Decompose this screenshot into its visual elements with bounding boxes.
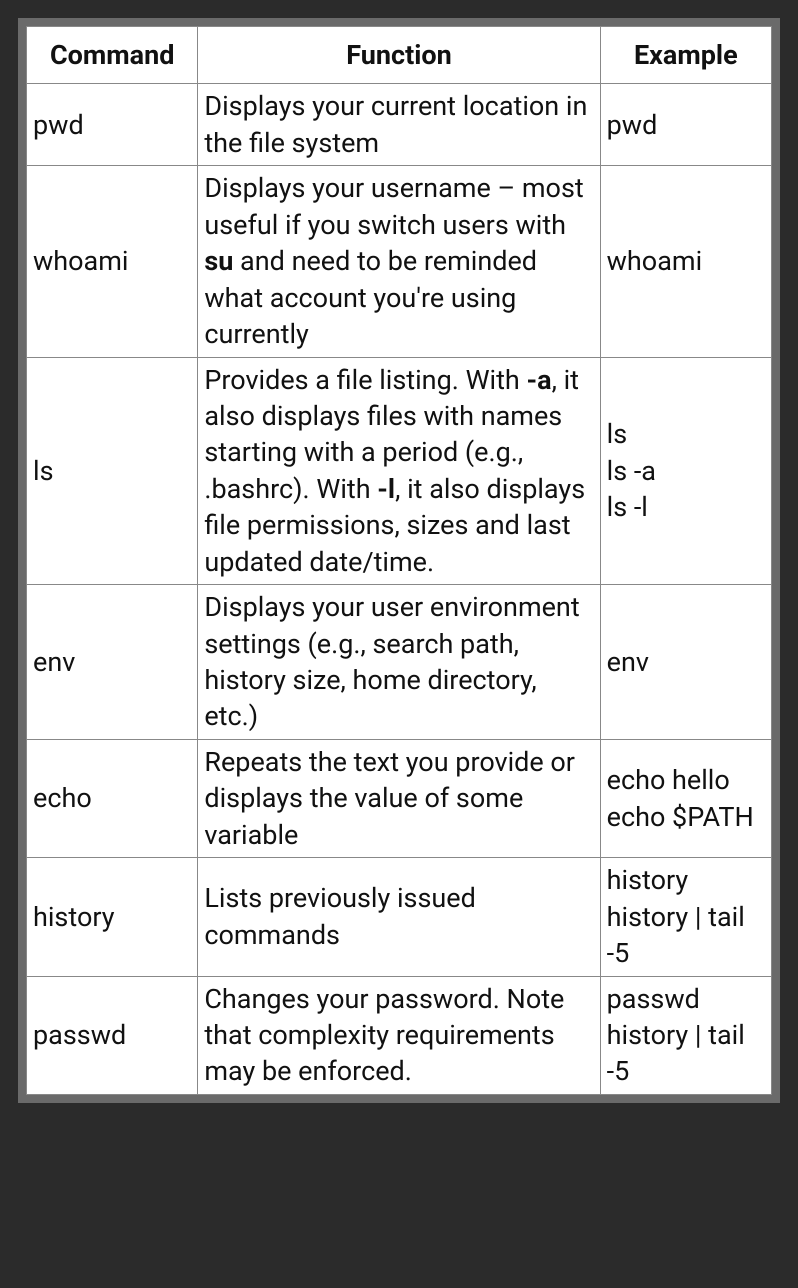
table-container: Command Function Example pwdDisplays you… bbox=[26, 26, 772, 1095]
header-function: Function bbox=[198, 27, 600, 84]
cell-function: Provides a file listing. With -a, it als… bbox=[198, 357, 600, 585]
cell-command: ls bbox=[27, 357, 198, 585]
cell-function: Displays your user environment settings … bbox=[198, 585, 600, 740]
cell-function: Displays your username – most useful if … bbox=[198, 166, 600, 357]
cell-command: history bbox=[27, 858, 198, 976]
cell-command: pwd bbox=[27, 84, 198, 166]
table-row: echoRepeats the text you provide or disp… bbox=[27, 739, 772, 857]
table-row: lsProvides a file listing. With -a, it a… bbox=[27, 357, 772, 585]
cell-example: pwd bbox=[600, 84, 771, 166]
header-command: Command bbox=[27, 27, 198, 84]
cell-command: echo bbox=[27, 739, 198, 857]
table-header-row: Command Function Example bbox=[27, 27, 772, 84]
cell-example: historyhistory | tail -5 bbox=[600, 858, 771, 976]
cell-function: Displays your current location in the fi… bbox=[198, 84, 600, 166]
cell-function: Lists previously issued commands bbox=[198, 858, 600, 976]
table-row: historyLists previously issued commandsh… bbox=[27, 858, 772, 976]
cell-example: env bbox=[600, 585, 771, 740]
cell-command: whoami bbox=[27, 166, 198, 357]
table-frame: Command Function Example pwdDisplays you… bbox=[18, 18, 780, 1103]
table-row: envDisplays your user environment settin… bbox=[27, 585, 772, 740]
header-example: Example bbox=[600, 27, 771, 84]
cell-example: echo helloecho $PATH bbox=[600, 739, 771, 857]
cell-example: passwdhistory | tail -5 bbox=[600, 976, 771, 1094]
cell-example: whoami bbox=[600, 166, 771, 357]
table-row: pwdDisplays your current location in the… bbox=[27, 84, 772, 166]
commands-table: Command Function Example pwdDisplays you… bbox=[26, 26, 772, 1095]
cell-function: Changes your password. Note that complex… bbox=[198, 976, 600, 1094]
cell-command: env bbox=[27, 585, 198, 740]
table-row: whoamiDisplays your username – most usef… bbox=[27, 166, 772, 357]
table-row: passwdChanges your password. Note that c… bbox=[27, 976, 772, 1094]
cell-command: passwd bbox=[27, 976, 198, 1094]
cell-function: Repeats the text you provide or displays… bbox=[198, 739, 600, 857]
cell-example: lsls -als -l bbox=[600, 357, 771, 585]
